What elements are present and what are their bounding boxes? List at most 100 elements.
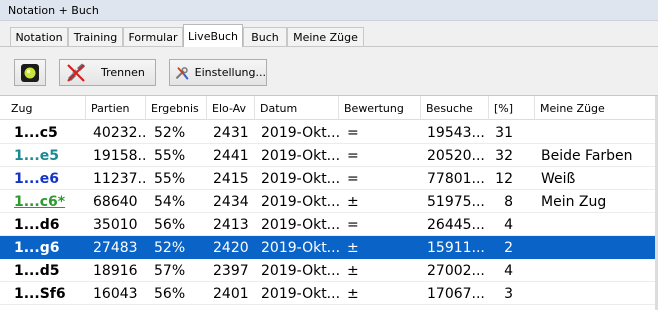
cell-zug: 1...c5 (14, 124, 58, 141)
cell-besuche: 51975... (427, 193, 485, 210)
cell-datum: 2019-Okt... (261, 170, 339, 187)
tab-livebuch[interactable]: LiveBuch (183, 24, 243, 47)
cell-percent: 4 (504, 262, 513, 279)
cell-zug: 1...e5 (14, 147, 59, 164)
tab-formular[interactable]: Formular (123, 27, 183, 46)
cell-meine-zuege (535, 259, 653, 282)
cell-ergebnis: 57% (154, 262, 186, 279)
status-light-button[interactable] (14, 59, 46, 86)
cell-meine-zuege (535, 213, 653, 236)
cell-elo-av: 2401 (213, 285, 249, 302)
cell-ergebnis: 56% (154, 216, 186, 233)
cell-bewertung: = (347, 147, 359, 164)
wrench-screwdriver-icon (176, 66, 189, 79)
column-header-elo-av[interactable]: Elo-Av (207, 96, 255, 120)
cell-bewertung: ± (347, 239, 359, 256)
trennen-button-label: Trennen (101, 66, 145, 79)
column-header-percent[interactable]: [%] (489, 96, 535, 120)
table-row[interactable]: 1...c5 40232... 52% 2431 2019-Okt... = 19543..… (0, 121, 658, 144)
cell-partien: 40232... (93, 124, 147, 141)
cell-meine-zuege: Weiß (541, 170, 576, 187)
column-header-zug[interactable]: Zug (6, 96, 86, 120)
cell-ergebnis: 52% (154, 124, 186, 141)
table-row[interactable]: 1...Sf6 16043 56% 2401 2019-Okt... ±17067... 3 (0, 282, 658, 305)
cell-zug: 1...c6* (14, 193, 66, 210)
column-header-ergebnis[interactable]: Ergebnis (146, 96, 207, 120)
tab-notation[interactable]: Notation (10, 27, 68, 46)
cell-datum: 2019-Okt... (261, 193, 339, 210)
cell-datum: 2019-Okt... (261, 285, 339, 302)
tab-meine-zuege[interactable]: Meine Züge (287, 27, 364, 46)
window-title-bar: Notation + Buch (0, 0, 658, 21)
cell-datum: 2019-Okt... (261, 147, 339, 164)
cell-percent: 8 (504, 193, 513, 210)
disconnect-icon (67, 63, 85, 82)
cell-zug: 1...d5 (14, 262, 60, 279)
column-header-datum[interactable]: Datum (255, 96, 339, 120)
cell-datum: 2019-Okt... (261, 239, 339, 256)
table-row[interactable]: 1...d6 35010 56% 2413 2019-Okt... = 26445... 4 (0, 213, 658, 236)
cell-besuche: 19543... (427, 124, 485, 141)
cell-bewertung: ± (347, 285, 359, 302)
column-header-partien[interactable]: Partien (86, 96, 146, 120)
cell-meine-zuege (535, 236, 653, 259)
einstellung-button[interactable]: Einstellung... (169, 59, 267, 86)
cell-ergebnis: 52% (154, 239, 186, 256)
cell-datum: 2019-Okt... (261, 262, 339, 279)
tab-training[interactable]: Training (68, 27, 123, 46)
cell-besuche: 26445... (427, 216, 485, 233)
cell-percent: 32 (495, 147, 513, 164)
cell-percent: 31 (495, 124, 513, 141)
table-row[interactable]: 1...g6 27483 52% 2420 2019-Okt... ±15911... 2 (0, 236, 658, 259)
column-header-meine-zuege[interactable]: Meine Züge (535, 96, 655, 120)
trennen-button[interactable]: Trennen (59, 59, 156, 86)
cell-elo-av: 2431 (213, 124, 249, 141)
cell-bewertung: = (347, 124, 359, 141)
cell-bewertung: = (347, 216, 359, 233)
table-row[interactable]: 1...d5 18916 57% 2397 2019-Okt... ±27002... 4 (0, 259, 658, 282)
cell-ergebnis: 54% (154, 193, 186, 210)
cell-bewertung: ± (347, 262, 359, 279)
cell-besuche: 15911... (427, 239, 485, 256)
window-title: Notation + Buch (8, 3, 99, 17)
cell-ergebnis: 55% (154, 147, 186, 164)
table-row[interactable]: 1...e6 11237... 55% 2415 2019-Okt... = 77801..… (0, 167, 658, 190)
cell-partien: 68640 (93, 193, 138, 210)
cell-meine-zuege: Beide Farben (541, 147, 633, 164)
cell-partien: 35010 (93, 216, 138, 233)
cell-percent: 3 (504, 285, 513, 302)
cell-datum: 2019-Okt... (261, 216, 339, 233)
cell-zug: 1...e6 (14, 170, 59, 187)
cell-percent: 4 (504, 216, 513, 233)
cell-partien: 16043 (93, 285, 138, 302)
cell-partien: 19158... (93, 147, 147, 164)
cell-percent: 12 (495, 170, 513, 187)
cell-ergebnis: 55% (154, 170, 186, 187)
einstellung-button-label: Einstellung... (194, 66, 266, 79)
column-header-besuche[interactable]: Besuche (421, 96, 489, 120)
tab-buch[interactable]: Buch (243, 27, 287, 46)
cell-elo-av: 2434 (213, 193, 249, 210)
cell-meine-zuege (535, 282, 653, 305)
cell-meine-zuege: Mein Zug (541, 193, 607, 210)
cell-ergebnis: 56% (154, 285, 186, 302)
cell-partien: 27483 (93, 239, 138, 256)
cell-besuche: 77801... (427, 170, 485, 187)
cell-elo-av: 2415 (213, 170, 249, 187)
cell-zug: 1...d6 (14, 216, 60, 233)
cell-bewertung: ± (347, 193, 359, 210)
column-header-bewertung[interactable]: Bewertung (339, 96, 421, 120)
cell-besuche: 27002... (427, 262, 485, 279)
cell-elo-av: 2413 (213, 216, 249, 233)
cell-elo-av: 2420 (213, 239, 249, 256)
cell-zug: 1...Sf6 (14, 285, 66, 302)
cell-bewertung: = (347, 170, 359, 187)
cell-partien: 18916 (93, 262, 138, 279)
table-row[interactable]: 1...e5 19158... 55% 2441 2019-Okt... = 20520..… (0, 144, 658, 167)
cell-datum: 2019-Okt... (261, 124, 339, 141)
cell-elo-av: 2397 (213, 262, 249, 279)
cell-percent: 2 (504, 239, 513, 256)
cell-besuche: 20520... (427, 147, 485, 164)
table-row[interactable]: 1...c6* 68640 54% 2434 2019-Okt... ±51975... 8… (0, 190, 658, 213)
cell-partien: 11237... (93, 170, 147, 187)
